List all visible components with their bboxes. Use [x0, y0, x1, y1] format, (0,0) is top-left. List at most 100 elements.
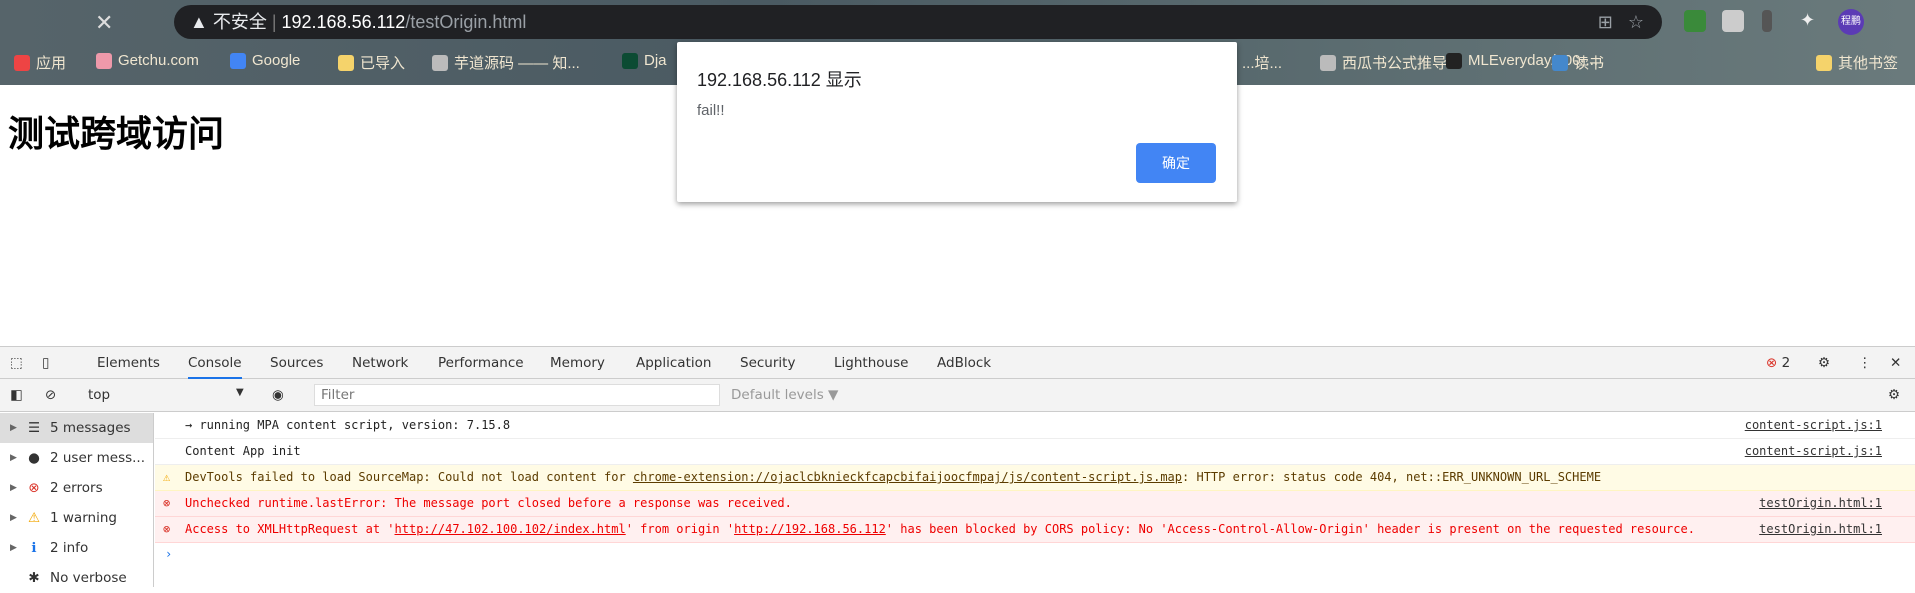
close-icon[interactable]: ✕: [95, 10, 113, 36]
sidebar-toggle-icon[interactable]: ◧: [10, 387, 23, 403]
tab-console[interactable]: Console: [188, 355, 242, 379]
extension-icon[interactable]: [1762, 10, 1772, 32]
console-prompt[interactable]: ›: [155, 543, 1915, 565]
expand-arrow-icon: ▶: [10, 453, 17, 463]
message-text: Access to XMLHttpRequest at ': [185, 522, 395, 536]
bookmark[interactable]: 其他书签: [1816, 52, 1898, 73]
origin-link[interactable]: http://192.168.56.112: [734, 522, 886, 536]
eye-icon[interactable]: ◉: [272, 387, 284, 403]
url-link[interactable]: http://47.102.100.102/index.html: [395, 522, 626, 536]
expand-arrow-icon: ▶: [10, 483, 17, 493]
bookmark[interactable]: 读书: [1552, 52, 1604, 73]
error-icon: ⊗: [163, 496, 171, 510]
sidebar-item-label: 2 user mess...: [50, 450, 146, 466]
console-message: ⊗ Unchecked runtime.lastError: The messag…: [155, 491, 1915, 517]
extension-icon[interactable]: [1684, 10, 1706, 32]
settings-icon[interactable]: ⚙: [1818, 355, 1830, 371]
message-text: Unchecked runtime.lastError: The message…: [185, 496, 792, 510]
bookmark[interactable]: 芋道源码 —— 知...: [432, 52, 580, 73]
sidebar-item[interactable]: ▶ ● 2 user mess...: [0, 443, 153, 473]
bookmark[interactable]: Getchu.com: [96, 52, 199, 69]
security-label[interactable]: 不安全: [213, 12, 267, 32]
warning-icon: ⚠: [163, 470, 171, 484]
message-text: → running MPA content script, version: 7…: [185, 418, 511, 432]
log-levels-dropdown[interactable]: Default levels ▼: [731, 387, 838, 403]
bookmark-label: ...培...: [1242, 55, 1283, 72]
bookmark[interactable]: 应用: [14, 52, 66, 73]
bookmark-label: 读书: [1574, 55, 1605, 72]
translate-icon[interactable]: ⊞: [1598, 12, 1613, 32]
bug-icon: ✱: [28, 570, 40, 586]
tab-sources[interactable]: Sources: [270, 355, 323, 371]
sidebar-item[interactable]: ▶ ℹ 2 info: [0, 533, 153, 563]
clear-console-icon[interactable]: ⊘: [45, 387, 56, 403]
tab-elements[interactable]: Elements: [97, 355, 160, 371]
console-settings-icon[interactable]: ⚙: [1888, 387, 1900, 403]
bookmark-label: Getchu.com: [118, 52, 199, 69]
devtools-tabs: ⬚ ▯ Elements Console Sources Network Perform…: [0, 347, 1915, 379]
warning-icon: ▲: [190, 12, 213, 32]
sidebar-item[interactable]: ▶ ⊗ 2 errors: [0, 473, 153, 503]
device-toggle-icon[interactable]: ▯: [42, 355, 49, 371]
star-icon[interactable]: ☆: [1628, 12, 1644, 32]
source-link[interactable]: testOrigin.html:1: [1759, 522, 1882, 537]
bookmark-icon: [1446, 52, 1462, 69]
close-devtools-icon[interactable]: ✕: [1890, 355, 1901, 371]
tab-memory[interactable]: Memory: [550, 355, 605, 371]
tab-network[interactable]: Network: [352, 355, 408, 371]
console-message: ⚠ DevTools failed to load SourceMap: Coul…: [155, 465, 1915, 491]
puzzle-icon[interactable]: ✦: [1800, 10, 1822, 32]
ok-button[interactable]: 确定: [1136, 143, 1216, 183]
tab-lighthouse[interactable]: Lighthouse: [834, 355, 908, 371]
message-text: Content App init: [185, 444, 301, 458]
bookmark-icon: [1552, 54, 1568, 71]
tab-security[interactable]: Security: [740, 355, 795, 371]
sourcemap-link[interactable]: chrome-extension://ojaclcbknieckfcapcbif…: [633, 470, 1182, 484]
error-icon: ⊗: [163, 522, 171, 536]
bookmark[interactable]: Dja: [622, 52, 667, 69]
bookmark-label: Google: [252, 52, 301, 69]
bookmark-icon: [14, 54, 30, 71]
source-link[interactable]: testOrigin.html:1: [1759, 496, 1882, 511]
bookmark[interactable]: 西瓜书公式推导: [1320, 52, 1447, 73]
avatar[interactable]: 程鹏: [1838, 9, 1864, 35]
bookmark-icon: [230, 52, 246, 69]
context-select[interactable]: top: [88, 387, 110, 403]
expand-arrow-icon: ▶: [10, 543, 17, 553]
bookmark[interactable]: Google: [230, 52, 300, 69]
page-title: 测试跨域访问: [8, 113, 225, 154]
bookmark-icon: [338, 54, 354, 71]
filter-input[interactable]: Filter: [314, 384, 720, 406]
devtools-panel: ⬚ ▯ Elements Console Sources Network Perform…: [0, 346, 1915, 587]
dialog-title: 192.168.56.112 显示: [697, 70, 862, 90]
expand-arrow-icon: ▶: [10, 513, 17, 523]
sidebar-item[interactable]: ▶ ☰ 5 messages: [0, 413, 153, 443]
sidebar-item[interactable]: ✱ No verbose: [0, 563, 153, 593]
bookmark-label: 已导入: [360, 55, 406, 72]
address-bar[interactable]: ▲ 不安全 | 192.168.56.112/testOrigin.html ⊞…: [174, 5, 1662, 39]
bookmark-icon: [432, 54, 448, 71]
bookmark[interactable]: 已导入: [338, 52, 405, 73]
qr-code-icon[interactable]: [1722, 10, 1744, 32]
info-icon: ℹ: [31, 540, 37, 556]
inspect-icon[interactable]: ⬚: [10, 355, 23, 371]
console-messages: → running MPA content script, version: 7…: [155, 413, 1915, 565]
source-link[interactable]: content-script.js:1: [1745, 444, 1882, 459]
warning-icon: ⚠: [27, 510, 41, 526]
chevron-down-icon[interactable]: ▼: [236, 387, 244, 398]
bookmark-icon: [1816, 54, 1832, 71]
error-count[interactable]: ⊗ 2: [1766, 355, 1790, 371]
source-link[interactable]: content-script.js:1: [1745, 418, 1882, 433]
message-text: DevTools failed to load SourceMap: Could…: [185, 470, 633, 484]
sidebar-item[interactable]: ▶ ⚠ 1 warning: [0, 503, 153, 533]
bookmark-label: 其他书签: [1838, 55, 1899, 72]
url-host: 192.168.56.112: [281, 12, 406, 32]
tab-application[interactable]: Application: [636, 355, 711, 371]
error-icon: ⊗: [28, 480, 40, 496]
sidebar-item-label: 2 errors: [50, 480, 103, 496]
tab-performance[interactable]: Performance: [438, 355, 524, 371]
more-icon[interactable]: ⋮: [1858, 355, 1872, 371]
sidebar-item-label: No verbose: [50, 570, 127, 586]
tab-adblock[interactable]: AdBlock: [937, 355, 991, 371]
message-text: ' from origin ': [625, 522, 735, 536]
